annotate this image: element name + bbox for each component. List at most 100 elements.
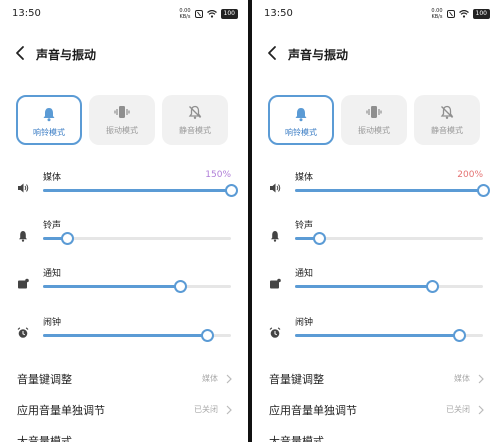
page-title: 声音与振动 bbox=[36, 48, 97, 62]
slider-fill bbox=[43, 285, 181, 288]
notification-volume-row: 通知 bbox=[252, 265, 500, 305]
slider-thumb[interactable] bbox=[200, 329, 214, 342]
ringtone-volume-label: 铃声 bbox=[295, 221, 314, 231]
ring-mode-button[interactable]: 响铃模式 bbox=[268, 95, 334, 145]
slider-thumb[interactable] bbox=[477, 184, 490, 197]
alarm-volume-label: 闹钟 bbox=[43, 318, 62, 328]
alarm-icon bbox=[269, 327, 281, 338]
chevron-right-icon bbox=[226, 405, 232, 415]
status-bar: 13:50 0.00 KB/s 100 bbox=[0, 0, 248, 28]
vibrate-icon bbox=[114, 106, 130, 118]
back-arrow-icon[interactable] bbox=[14, 45, 28, 61]
settings-panel-right: 13:50 0.00 KB/s 100 声音与振动 响铃模式 振动模式 静音模式… bbox=[252, 0, 500, 442]
page-header: 声音与振动 bbox=[0, 38, 248, 68]
vibrate-mode-button[interactable]: 振动模式 bbox=[341, 95, 407, 145]
setting-label: 应用音量单独调节 bbox=[17, 404, 105, 417]
nfc-icon bbox=[194, 10, 203, 18]
setting-value: 媒体 bbox=[454, 374, 470, 383]
alarm-volume-slider[interactable] bbox=[295, 329, 483, 342]
loud-mode-setting[interactable]: 大音量模式 bbox=[252, 429, 500, 442]
app-volume-setting[interactable]: 应用音量单独调节 已关闭 bbox=[0, 398, 248, 422]
status-bar: 13:50 0.00 KB/s 100 bbox=[252, 0, 500, 28]
ringtone-volume-slider[interactable] bbox=[43, 232, 231, 245]
network-speed: 0.00 KB/s bbox=[179, 8, 191, 20]
volume-key-setting[interactable]: 音量键调整 媒体 bbox=[252, 367, 500, 391]
notification-volume-row: 通知 bbox=[0, 265, 248, 305]
bell-off-icon bbox=[188, 105, 202, 119]
slider-thumb[interactable] bbox=[61, 232, 75, 245]
loud-mode-setting[interactable]: 大音量模式 bbox=[0, 429, 248, 442]
bell-icon bbox=[271, 231, 279, 242]
alarm-volume-label: 闹钟 bbox=[295, 318, 314, 328]
alarm-volume-row: 闹钟 bbox=[252, 314, 500, 354]
media-volume-slider[interactable] bbox=[295, 184, 490, 197]
silent-mode-label: 静音模式 bbox=[179, 126, 211, 135]
slider-thumb[interactable] bbox=[225, 184, 238, 197]
network-speed: 0.00 KB/s bbox=[431, 8, 443, 20]
nfc-icon bbox=[446, 10, 455, 18]
ringtone-volume-label: 铃声 bbox=[43, 221, 62, 231]
status-time: 13:50 bbox=[264, 8, 293, 19]
alarm-volume-slider[interactable] bbox=[43, 329, 231, 342]
bell-off-icon bbox=[440, 105, 454, 119]
alarm-icon bbox=[17, 327, 29, 338]
media-volume-label: 媒体 bbox=[295, 173, 314, 183]
setting-label: 大音量模式 bbox=[17, 435, 72, 442]
silent-mode-button[interactable]: 静音模式 bbox=[162, 95, 228, 145]
back-arrow-icon[interactable] bbox=[266, 45, 280, 61]
chevron-right-icon bbox=[226, 374, 232, 384]
status-time: 13:50 bbox=[12, 8, 41, 19]
notification-icon bbox=[18, 278, 29, 289]
media-volume-row: 媒体 150% bbox=[0, 169, 248, 209]
page-header: 声音与振动 bbox=[252, 38, 500, 68]
slider-thumb[interactable] bbox=[426, 280, 440, 293]
battery-indicator: 100 bbox=[472, 9, 490, 19]
silent-mode-button[interactable]: 静音模式 bbox=[414, 95, 480, 145]
status-icons: 0.00 KB/s 100 bbox=[179, 8, 238, 20]
status-icons: 0.00 KB/s 100 bbox=[431, 8, 490, 20]
ringtone-volume-row: 铃声 bbox=[0, 217, 248, 257]
notification-volume-label: 通知 bbox=[295, 269, 314, 279]
ringtone-volume-slider[interactable] bbox=[295, 232, 483, 245]
slider-thumb[interactable] bbox=[174, 280, 188, 293]
silent-mode-label: 静音模式 bbox=[431, 126, 463, 135]
notification-volume-slider[interactable] bbox=[43, 280, 231, 293]
setting-label: 音量键调整 bbox=[17, 373, 72, 386]
page-title: 声音与振动 bbox=[288, 48, 349, 62]
notification-icon bbox=[270, 278, 281, 289]
wifi-icon bbox=[206, 10, 217, 18]
setting-label: 大音量模式 bbox=[269, 435, 324, 442]
slider-fill bbox=[295, 334, 459, 337]
vibrate-mode-label: 振动模式 bbox=[358, 126, 390, 135]
wifi-icon bbox=[458, 10, 469, 18]
slider-fill bbox=[43, 334, 207, 337]
slider-fill bbox=[295, 189, 483, 192]
settings-panel-left: 13:50 0.00 KB/s 100 声音与振动 响铃模式 振动模式 静音模式… bbox=[0, 0, 248, 442]
bell-icon bbox=[43, 108, 55, 122]
slider-thumb[interactable] bbox=[313, 232, 327, 245]
media-volume-slider[interactable] bbox=[43, 184, 238, 197]
media-volume-label: 媒体 bbox=[43, 173, 62, 183]
media-volume-value: 200% bbox=[457, 170, 483, 180]
battery-indicator: 100 bbox=[220, 9, 238, 19]
slider-thumb[interactable] bbox=[452, 329, 466, 342]
ring-mode-label: 响铃模式 bbox=[285, 128, 317, 137]
speaker-icon bbox=[270, 183, 281, 193]
vibrate-mode-button[interactable]: 振动模式 bbox=[89, 95, 155, 145]
setting-label: 音量键调整 bbox=[269, 373, 324, 386]
bell-icon bbox=[19, 231, 27, 242]
setting-label: 应用音量单独调节 bbox=[269, 404, 357, 417]
notification-volume-slider[interactable] bbox=[295, 280, 483, 293]
chevron-right-icon bbox=[478, 405, 484, 415]
notification-volume-label: 通知 bbox=[43, 269, 62, 279]
ring-mode-button[interactable]: 响铃模式 bbox=[16, 95, 82, 145]
speaker-icon bbox=[18, 183, 29, 193]
alarm-volume-row: 闹钟 bbox=[0, 314, 248, 354]
bell-icon bbox=[295, 108, 307, 122]
volume-key-setting[interactable]: 音量键调整 媒体 bbox=[0, 367, 248, 391]
ringtone-volume-row: 铃声 bbox=[252, 217, 500, 257]
media-volume-row: 媒体 200% bbox=[252, 169, 500, 209]
ring-mode-label: 响铃模式 bbox=[33, 128, 65, 137]
media-volume-value: 150% bbox=[205, 170, 231, 180]
app-volume-setting[interactable]: 应用音量单独调节 已关闭 bbox=[252, 398, 500, 422]
